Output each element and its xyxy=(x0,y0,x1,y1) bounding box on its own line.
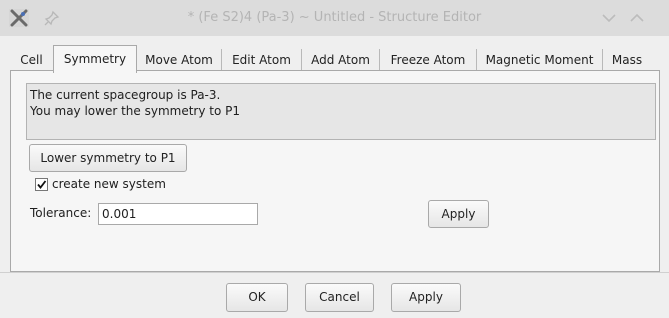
info-line-lower-hint: You may lower the symmetry to P1 xyxy=(30,104,240,118)
cancel-button[interactable]: Cancel xyxy=(305,283,374,312)
tab-edit-atom[interactable]: Edit Atom xyxy=(222,49,302,71)
title-bar[interactable]: * (Fe S2)4 (Pa-3) ~ Untitled - Structure… xyxy=(0,0,669,36)
spacegroup-info-box: The current spacegroup is Pa-3. You may … xyxy=(26,83,656,140)
tab-mass[interactable]: Mass xyxy=(603,49,651,71)
tab-magnetic-moment[interactable]: Magnetic Moment xyxy=(477,49,603,71)
info-line-spacegroup: The current spacegroup is Pa-3. xyxy=(30,88,221,102)
chevron-down-icon[interactable] xyxy=(600,9,618,27)
lower-symmetry-button[interactable]: Lower symmetry to P1 xyxy=(29,144,187,172)
tab-cell[interactable]: Cell xyxy=(10,49,54,71)
tab-symmetry[interactable]: Symmetry xyxy=(53,45,137,73)
divider xyxy=(0,272,669,273)
tolerance-input[interactable]: 0.001 xyxy=(98,203,258,225)
window-title: * (Fe S2)4 (Pa-3) ~ Untitled - Structure… xyxy=(187,10,482,25)
symmetry-apply-button[interactable]: Apply xyxy=(428,200,489,228)
tab-freeze-atom[interactable]: Freeze Atom xyxy=(380,49,477,71)
check-icon xyxy=(37,180,47,189)
chevron-up-icon[interactable] xyxy=(628,9,646,27)
dialog-apply-button[interactable]: Apply xyxy=(391,283,461,312)
tab-add-atom[interactable]: Add Atom xyxy=(302,49,380,71)
tab-move-atom[interactable]: Move Atom xyxy=(137,49,222,71)
create-new-system-checkbox[interactable] xyxy=(35,178,48,191)
create-new-system-label[interactable]: create new system xyxy=(52,177,166,191)
tab-bar: Cell Symmetry Move Atom Edit Atom Add At… xyxy=(10,45,665,73)
ok-button[interactable]: OK xyxy=(226,283,288,312)
tolerance-label: Tolerance: xyxy=(30,206,92,220)
